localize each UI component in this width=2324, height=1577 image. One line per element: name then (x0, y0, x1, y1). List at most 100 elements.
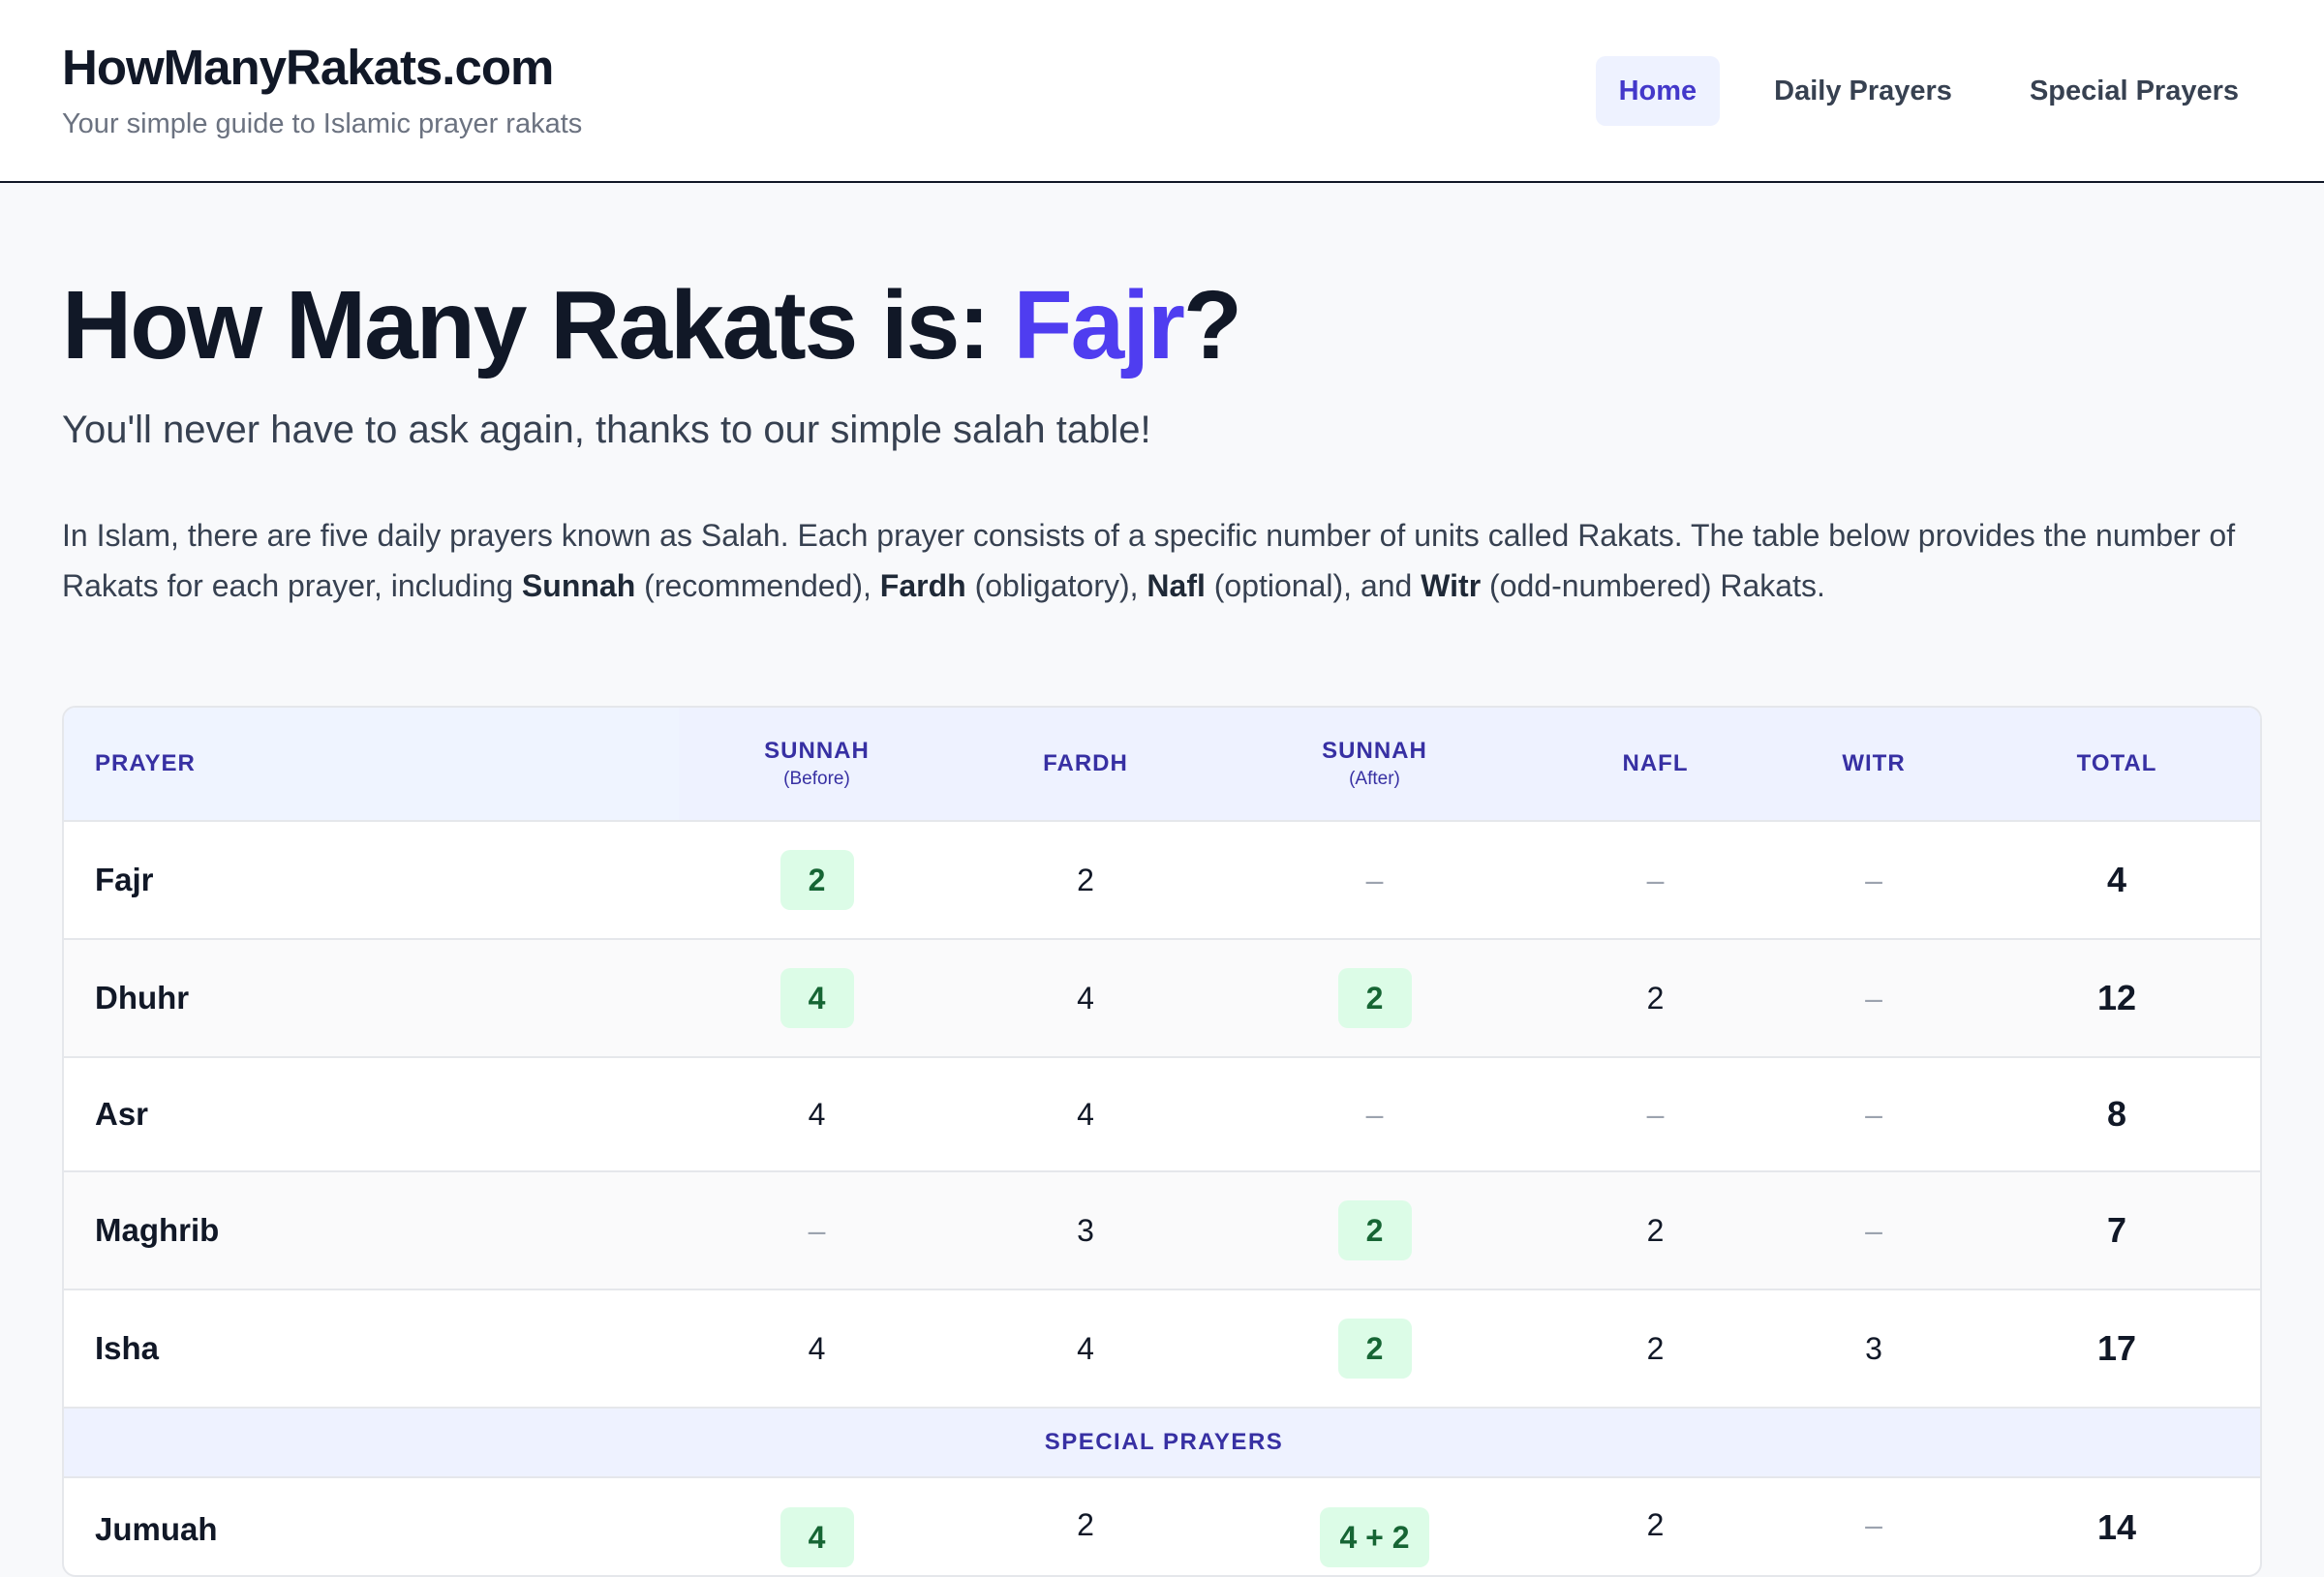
highlight-badge: 4 (780, 968, 854, 1028)
cell-total: 4 (1970, 820, 2260, 939)
highlight-badge: 2 (1337, 1319, 1412, 1379)
highlight-badge: 2 (1337, 968, 1412, 1028)
cell-sunnah-before: 2 (679, 820, 955, 939)
cell-total: 12 (1970, 938, 2260, 1057)
empty-dash: – (1865, 1507, 1882, 1542)
main-nav: Home Daily Prayers Special Prayers (1595, 56, 2262, 126)
cell-total: 17 (1970, 1289, 2260, 1408)
cell-nafl: 2 (1533, 1476, 1778, 1575)
empty-dash: – (1646, 1096, 1665, 1132)
highlight-badge: 4 + 2 (1320, 1507, 1429, 1567)
cell-witr: – (1778, 1170, 1970, 1289)
cell-witr: 3 (1778, 1289, 1970, 1408)
empty-dash: – (1365, 1096, 1384, 1132)
term-nafl: Nafl (1147, 568, 1206, 603)
cell-sunnah-after: 4 + 2 (1216, 1476, 1533, 1575)
site-tagline: Your simple guide to Islamic prayer raka… (62, 108, 583, 139)
section-header-special-prayers: SPECIAL PRAYERS (64, 1407, 2260, 1477)
empty-dash: – (1646, 862, 1665, 897)
empty-dash: – (1865, 980, 1882, 1016)
empty-dash: – (1865, 862, 1882, 897)
cell-nafl: 2 (1533, 1289, 1778, 1408)
prayer-name: Isha (64, 1289, 679, 1408)
cell-total: 14 (1970, 1476, 2260, 1575)
col-header-total: TOTAL (1970, 708, 2260, 821)
section-label: SPECIAL PRAYERS (64, 1407, 2260, 1477)
cell-nafl: 2 (1533, 938, 1778, 1057)
prayer-name: Maghrib (64, 1170, 679, 1289)
cell-witr: – (1778, 820, 1970, 939)
intro-text: (odd-numbered) Rakats. (1481, 568, 1825, 603)
cell-fardh: 4 (955, 938, 1216, 1057)
highlight-badge: 2 (1337, 1200, 1412, 1260)
prayer-name: Dhuhr (64, 938, 679, 1057)
cell-fardh: 4 (955, 1289, 1216, 1408)
col-header-label: SUNNAH (764, 738, 870, 764)
col-header-witr: WITR (1778, 708, 1970, 821)
page-title-prayer: Fajr (1013, 271, 1185, 379)
cell-sunnah-after: 2 (1216, 1289, 1533, 1408)
intro-text: (optional), and (1205, 568, 1422, 603)
col-header-label: SUNNAH (1322, 738, 1427, 764)
empty-dash: – (1865, 1212, 1882, 1248)
cell-fardh: 2 (955, 820, 1216, 939)
table-header-row: PRAYER SUNNAH (Before) FARDH SUNNAH (After… (64, 708, 2260, 821)
site-header: HowManyRakats.com Your simple guide to I… (0, 0, 2324, 183)
table-row-dhuhr: Dhuhr 4 4 2 2 – 12 (64, 938, 2260, 1057)
page-subtitle: You'll never have to ask again, thanks t… (62, 409, 1151, 451)
table-row-isha: Isha 4 4 2 2 3 17 (64, 1289, 2260, 1408)
cell-sunnah-before: 4 (679, 1289, 955, 1408)
col-header-sunnah-after: SUNNAH (After) (1216, 708, 1533, 821)
cell-sunnah-before: 4 (679, 938, 955, 1057)
prayer-name: Fajr (64, 820, 679, 939)
term-witr: Witr (1421, 568, 1482, 603)
cell-witr: – (1778, 1476, 1970, 1575)
prayer-name: Jumuah (64, 1476, 679, 1575)
nav-special-prayers[interactable]: Special Prayers (2006, 56, 2262, 126)
page-title: How Many Rakats is: Fajr? (62, 268, 2262, 382)
intro-text: (recommended), (635, 568, 880, 603)
rakats-table: PRAYER SUNNAH (Before) FARDH SUNNAH (After… (64, 708, 2260, 1575)
highlight-badge: 4 (780, 1507, 854, 1567)
col-header-sublabel: (After) (1349, 769, 1400, 789)
rakats-table-card: PRAYER SUNNAH (Before) FARDH SUNNAH (After… (62, 706, 2262, 1577)
highlight-badge: 2 (780, 850, 854, 910)
prayer-name: Asr (64, 1056, 679, 1171)
cell-total: 8 (1970, 1056, 2260, 1171)
cell-sunnah-after: 2 (1216, 1170, 1533, 1289)
col-header-sunnah-before: SUNNAH (Before) (679, 708, 955, 821)
nav-daily-prayers[interactable]: Daily Prayers (1751, 56, 1975, 126)
brand: HowManyRakats.com Your simple guide to I… (62, 37, 582, 141)
col-header-prayer: PRAYER (64, 708, 679, 821)
cell-fardh: 4 (955, 1056, 1216, 1171)
cell-fardh: 2 (955, 1476, 1216, 1575)
page-title-suffix: ? (1182, 271, 1242, 379)
intro-paragraph: In Islam, there are five daily prayers k… (62, 510, 2262, 611)
table-row-asr: Asr 4 4 – – – 8 (64, 1056, 2260, 1171)
cell-total: 7 (1970, 1170, 2260, 1289)
table-row-maghrib: Maghrib – 3 2 2 – 7 (64, 1170, 2260, 1289)
cell-witr: – (1778, 938, 1970, 1057)
cell-sunnah-after: – (1216, 1056, 1533, 1171)
cell-sunnah-after: – (1216, 820, 1533, 939)
cell-nafl: – (1533, 1056, 1778, 1171)
nav-home[interactable]: Home (1595, 56, 1721, 126)
table-row-fajr: Fajr 2 2 – – – 4 (64, 820, 2260, 939)
main-content: How Many Rakats is: Fajr? You'll never h… (62, 183, 2262, 1577)
col-header-fardh: FARDH (955, 708, 1216, 821)
term-fardh: Fardh (879, 568, 966, 603)
empty-dash: – (1865, 1096, 1882, 1132)
cell-nafl: 2 (1533, 1170, 1778, 1289)
cell-witr: – (1778, 1056, 1970, 1171)
cell-nafl: – (1533, 820, 1778, 939)
empty-dash: – (808, 1212, 826, 1248)
term-sunnah: Sunnah (521, 568, 636, 603)
page-title-prefix: How Many Rakats is: (62, 271, 1014, 379)
col-header-nafl: NAFL (1533, 708, 1778, 821)
intro-text: (obligatory), (965, 568, 1147, 603)
empty-dash: – (1365, 862, 1384, 897)
cell-sunnah-after: 2 (1216, 938, 1533, 1057)
cell-fardh: 3 (955, 1170, 1216, 1289)
site-logo-title[interactable]: HowManyRakats.com (62, 37, 582, 99)
cell-sunnah-before: 4 (679, 1056, 955, 1171)
